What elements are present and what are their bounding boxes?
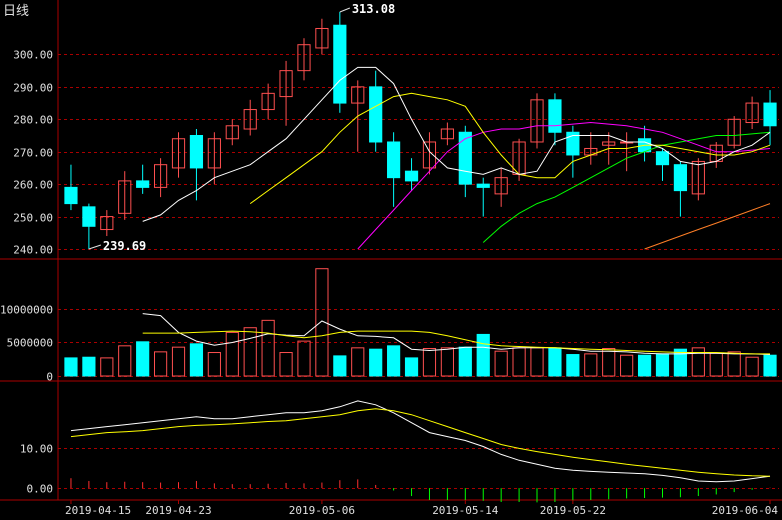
volume-bar (584, 353, 598, 377)
volume-bar (745, 356, 759, 377)
y-tick-label: 10.00 (20, 443, 53, 456)
volume-bar (189, 343, 204, 377)
volume-bar (82, 356, 96, 377)
candle-body (673, 164, 688, 192)
ma60-line (644, 203, 771, 250)
y-tick-label: 250.00 (13, 212, 53, 225)
volume-bar (566, 354, 580, 377)
low-marker (88, 244, 102, 250)
candle-body (82, 206, 96, 227)
volume-ma-short (142, 313, 771, 355)
x-tick-label: 2019-06-04 (712, 504, 779, 517)
x-tick-label: 2019-05-06 (289, 504, 355, 517)
candle-body (189, 135, 204, 169)
y-tick-label: 280.00 (13, 114, 53, 127)
candle-body (655, 151, 670, 166)
y-tick-label: 240.00 (13, 244, 53, 257)
volume-bar (673, 348, 688, 377)
high-price-label: 313.08 (352, 2, 395, 16)
indicator-line-1 (70, 400, 771, 483)
candle-body (64, 186, 78, 205)
volume-bar (153, 351, 168, 377)
y-tick-label: 0.00 (27, 483, 54, 496)
volume-bar (655, 353, 670, 377)
volume-bar (64, 357, 78, 377)
x-tick-label: 2019-04-15 (65, 504, 131, 517)
y-tick-label: 300.00 (13, 49, 53, 62)
volume-bar (763, 354, 777, 377)
volume-bar (387, 345, 401, 377)
volume-bar (494, 350, 508, 377)
y-tick-label: 5000000 (7, 337, 53, 350)
volume-bar (333, 355, 347, 377)
y-tick-label: 10000000 (0, 304, 53, 317)
volume-bar (315, 268, 329, 377)
candle-body (476, 183, 490, 188)
volume-bar (512, 347, 526, 377)
volume-bar (279, 352, 293, 377)
y-tick-label: 270.00 (13, 147, 53, 160)
candle-body (369, 86, 383, 143)
candle-body (458, 131, 472, 185)
y-tick-label: 290.00 (13, 82, 53, 95)
volume-bar (297, 340, 311, 377)
volume-bar (530, 347, 544, 377)
y-tick-label: 260.00 (13, 179, 53, 192)
volume-bar (118, 345, 132, 377)
volume-bar (171, 346, 186, 377)
volume-bar (100, 357, 114, 377)
candle-body (763, 102, 777, 127)
volume-bar (602, 348, 616, 377)
candle-body (404, 170, 419, 182)
volume-bar (476, 333, 490, 377)
volume-bar (548, 347, 562, 377)
ma5-line (142, 66, 771, 222)
y-tick-label: 0 (46, 371, 53, 384)
volume-bar (261, 319, 275, 377)
volume-bar (458, 346, 472, 377)
volume-bar (207, 352, 221, 377)
volume-bar (709, 352, 723, 377)
candle-body (387, 141, 401, 179)
ma20-line (357, 121, 771, 250)
volume-bar (225, 331, 239, 377)
volume-bar (243, 327, 257, 377)
candle-body (548, 99, 562, 133)
volume-bar (620, 354, 634, 377)
candle-body (333, 24, 347, 104)
volume-bar (727, 351, 741, 377)
volume-bar (440, 347, 454, 377)
stock-chart: 300.00 290.00 280.00 270.00 260.00 250.00 240.… (0, 0, 782, 517)
x-tick-label: 2019-05-14 (432, 504, 499, 517)
volume-bar (369, 348, 383, 377)
volume-bar (637, 354, 652, 377)
candle-body (136, 180, 150, 188)
volume-bar (404, 357, 419, 377)
x-tick-label: 2019-04-23 (145, 504, 211, 517)
volume-bar (422, 348, 437, 377)
x-tick-label: 2019-05-22 (540, 504, 606, 517)
high-marker (339, 7, 351, 13)
volume-bar (136, 341, 150, 377)
low-price-label: 239.69 (103, 239, 146, 253)
volume-bar (351, 347, 365, 377)
